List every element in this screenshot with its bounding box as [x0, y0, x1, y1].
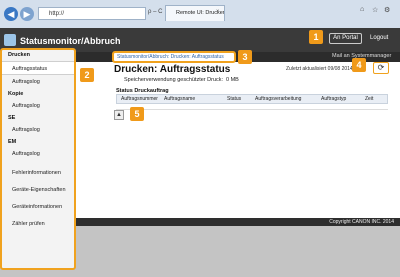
copyright: Copyright CANON INC. 2014	[329, 219, 394, 225]
callout-4: 4	[352, 58, 366, 72]
sidebar-item-print-log[interactable]: Auftragslog	[2, 75, 74, 89]
page-brand: Statusmonitor/Abbruch	[20, 36, 121, 46]
main-content	[76, 62, 400, 218]
sidebar-heading-copy: Kopie	[8, 91, 24, 97]
home-icon[interactable]: ⌂	[360, 6, 364, 13]
sidebar-item-job-status[interactable]: Auftragsstatus	[2, 61, 74, 75]
logout-link[interactable]: Logout	[370, 35, 388, 41]
back-button-icon[interactable]: ◀	[4, 7, 18, 21]
sidebar-item-device-info[interactable]: Geräteinformationen	[2, 200, 74, 214]
column-header: Auftragsname	[164, 96, 196, 102]
sidebar-heading-send: SE	[8, 115, 16, 121]
sidebar-item-error-info[interactable]: Fehlerinformationen	[2, 166, 74, 180]
sidebar-item-copy-log[interactable]: Auftragslog	[2, 99, 74, 113]
job-table-empty-row	[116, 104, 388, 110]
forward-button-icon[interactable]: ▶	[20, 7, 34, 21]
callout-2: 2	[80, 68, 94, 82]
sidebar: Drucken Auftragsstatus Auftragslog Kopie…	[0, 48, 76, 270]
last-updated: Zuletzt aktualisiert 09/08 2014	[286, 66, 353, 72]
callout-3: 3	[238, 50, 252, 64]
portal-button[interactable]: An Portal	[329, 33, 362, 44]
sidebar-item-receive-log[interactable]: Auftragslog	[2, 147, 74, 161]
page-title: Drucken: Auftragsstatus	[114, 64, 231, 75]
job-table-header: Auftragsnummer Auftragsname Status Auftr…	[116, 94, 388, 104]
tab-close-icon[interactable]: ×	[216, 9, 220, 15]
sidebar-heading-receive: EM	[8, 139, 17, 145]
settings-gear-icon[interactable]: ⚙	[384, 6, 390, 14]
column-header: Auftragsverarbeitung	[255, 96, 302, 102]
address-controls[interactable]: ρ – C	[148, 9, 162, 15]
callout-1: 1	[309, 30, 323, 44]
refresh-icon[interactable]: ⟳	[373, 62, 389, 74]
column-header: Auftragstyp	[321, 96, 347, 102]
column-header: Zeit	[365, 96, 374, 102]
sidebar-item-device-properties[interactable]: Geräte-Eigenschaften	[2, 183, 74, 197]
sidebar-item-check-counter[interactable]: Zähler prüfen	[2, 217, 74, 231]
sidebar-heading-print: Drucken	[8, 52, 31, 58]
column-header: Status	[227, 96, 242, 102]
address-bar[interactable]: http://	[38, 7, 146, 20]
breadcrumb[interactable]: Statusmonitor/Abbruch: Drucken: Auftrags…	[112, 51, 236, 63]
column-header: Auftragsnummer	[121, 96, 158, 102]
to-top-icon[interactable]: ▲	[114, 110, 124, 120]
sidebar-item-send-log[interactable]: Auftragslog	[2, 123, 74, 137]
callout-5: 5	[130, 107, 144, 121]
memory-label: Speicherverwendung geschützter Druck:	[124, 77, 224, 83]
memory-value: 0 MB	[226, 77, 239, 83]
favorites-icon[interactable]: ☆	[372, 6, 378, 14]
monitor-icon	[4, 34, 16, 46]
